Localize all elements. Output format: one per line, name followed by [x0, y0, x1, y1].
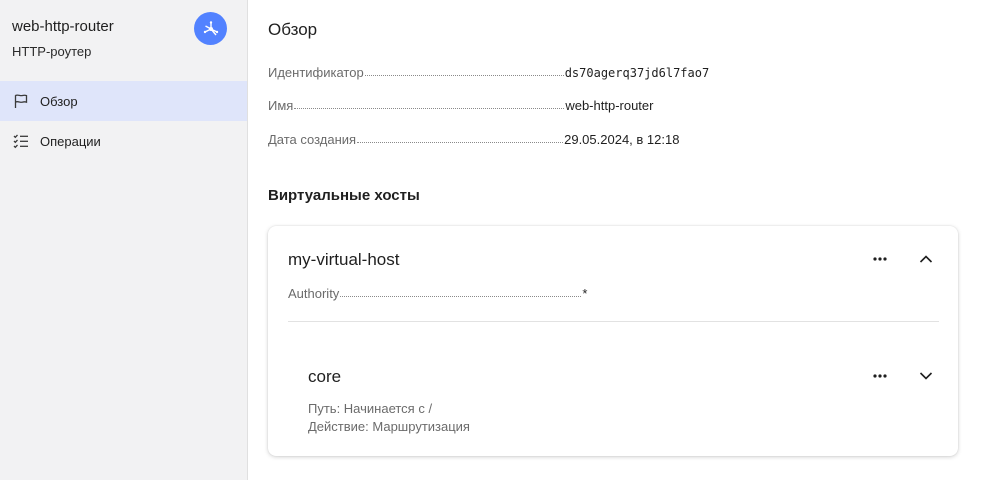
virtual-host-more-button[interactable]: [868, 247, 892, 271]
sidebar-item-label: Операции: [40, 133, 101, 149]
property-label: Идентификатор: [268, 65, 364, 80]
flag-icon: [12, 92, 30, 110]
route-more-button[interactable]: [868, 364, 892, 388]
page-title: Обзор: [268, 20, 318, 39]
property-value: ds70agerq37jd6l7fao7: [564, 66, 710, 80]
virtual-host-name: my-virtual-host: [288, 250, 400, 269]
route-path: Путь: Начинается с /: [308, 401, 433, 416]
sidebar-item-overview[interactable]: Обзор: [0, 81, 247, 121]
property-row-id: Идентификатор ds70agerq37jd6l7fao7: [268, 62, 710, 80]
route-expand-button[interactable]: [914, 364, 938, 388]
sidebar-header: web-http-router HTTP-роутер: [0, 0, 247, 80]
property-label: Дата создания: [268, 132, 357, 147]
sidebar: web-http-router HTTP-роутер Обзор Операц…: [0, 0, 248, 480]
property-value: web-http-router: [565, 98, 654, 113]
main-content: Обзор Идентификатор ds70agerq37jd6l7fao7…: [248, 0, 984, 480]
property-row-name: Имя web-http-router: [268, 95, 708, 113]
leader-dots: [357, 142, 564, 143]
leader-dots: [340, 296, 582, 297]
property-row-created: Дата создания 29.05.2024, в 12:18: [268, 129, 708, 147]
service-title: web-http-router: [12, 18, 114, 35]
card-divider: [288, 321, 939, 322]
property-label: Имя: [268, 98, 294, 113]
authority-label: Authority: [288, 286, 340, 301]
router-icon: [194, 12, 227, 45]
leader-dots: [294, 108, 565, 109]
route-action: Действие: Маршрутизация: [308, 419, 470, 434]
virtual-hosts-heading: Виртуальные хосты: [268, 187, 420, 204]
chevron-down-icon: [919, 372, 933, 380]
route-name: core: [308, 367, 342, 386]
service-subtitle: HTTP-роутер: [12, 44, 92, 59]
authority-row: Authority *: [288, 283, 598, 301]
authority-value: *: [582, 286, 588, 301]
property-value: 29.05.2024, в 12:18: [564, 132, 680, 147]
more-horizontal-icon: [873, 374, 887, 378]
virtual-host-card: my-virtual-host Authority * core Путь: Н…: [268, 226, 958, 456]
virtual-host-collapse-button[interactable]: [914, 247, 938, 271]
leader-dots: [364, 75, 564, 76]
more-horizontal-icon: [873, 257, 887, 261]
sidebar-item-operations[interactable]: Операции: [0, 121, 247, 161]
sidebar-item-label: Обзор: [40, 93, 78, 109]
checklist-icon: [12, 132, 30, 150]
chevron-up-icon: [919, 255, 933, 263]
